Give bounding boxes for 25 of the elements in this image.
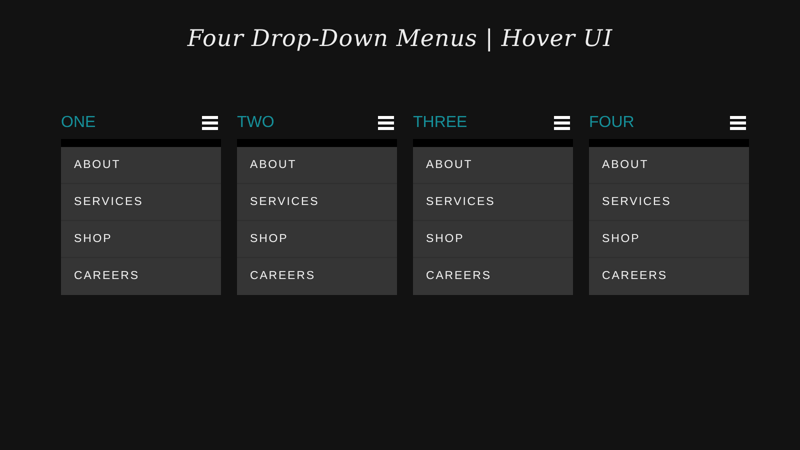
- menu-item[interactable]: SHOP: [413, 221, 573, 258]
- menu-icon[interactable]: [554, 116, 570, 130]
- menu-item[interactable]: CAREERS: [589, 258, 749, 295]
- menu-item[interactable]: ABOUT: [61, 147, 221, 184]
- menu-item[interactable]: SERVICES: [413, 184, 573, 221]
- menu-item[interactable]: SHOP: [61, 221, 221, 258]
- menu-icon[interactable]: [378, 116, 394, 130]
- page-title: Four Drop-Down Menus | Hover UI: [187, 26, 613, 52]
- menu-item[interactable]: CAREERS: [237, 258, 397, 295]
- menu-item[interactable]: SERVICES: [61, 184, 221, 221]
- menu-item[interactable]: ABOUT: [413, 147, 573, 184]
- menu-item[interactable]: ABOUT: [589, 147, 749, 184]
- menu-item[interactable]: SERVICES: [237, 184, 397, 221]
- menu-title[interactable]: FOUR: [589, 114, 634, 132]
- menu-title[interactable]: ONE: [61, 114, 96, 132]
- menu-item[interactable]: SHOP: [589, 221, 749, 258]
- menu-item[interactable]: CAREERS: [413, 258, 573, 295]
- menu-item[interactable]: SHOP: [237, 221, 397, 258]
- menu-title[interactable]: TWO: [237, 114, 274, 132]
- menu-icon[interactable]: [730, 116, 746, 130]
- menu-icon[interactable]: [202, 116, 218, 130]
- menu-item[interactable]: CAREERS: [61, 258, 221, 295]
- menu-title[interactable]: THREE: [413, 114, 468, 132]
- menu-item[interactable]: ABOUT: [237, 147, 397, 184]
- menu-item[interactable]: SERVICES: [589, 184, 749, 221]
